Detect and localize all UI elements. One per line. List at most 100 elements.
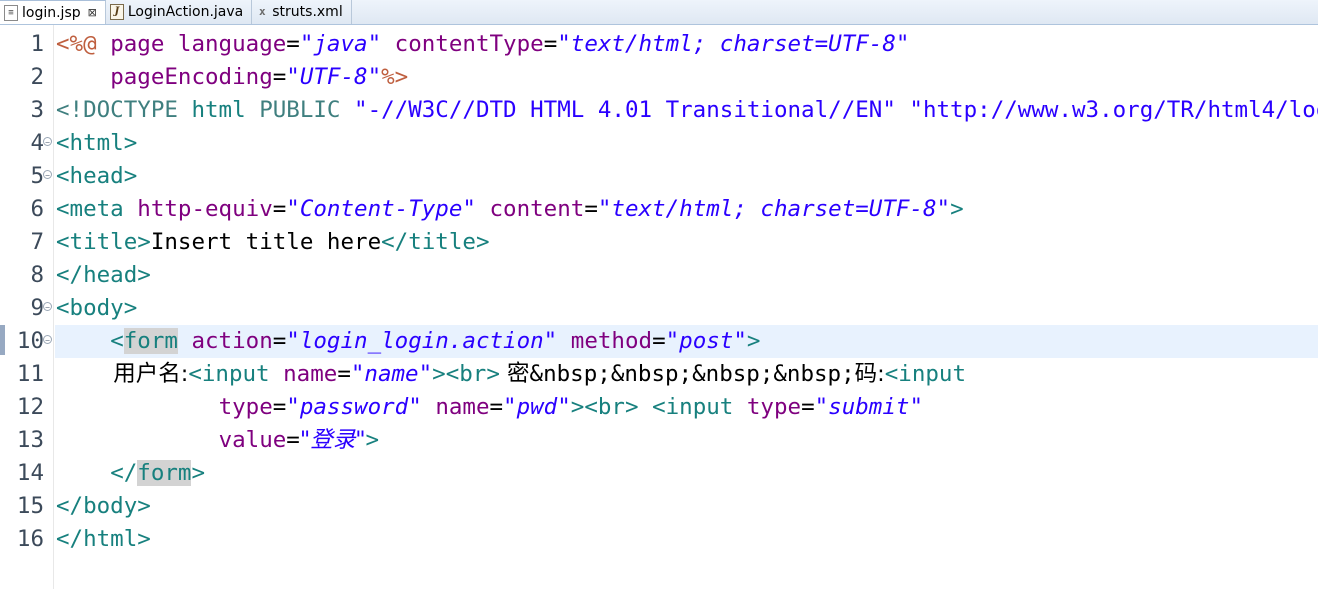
code-token: action — [191, 328, 273, 354]
code-token: </title> — [381, 229, 490, 255]
code-line[interactable]: 1 <%@ page language="java" contentType="t… — [0, 28, 1318, 61]
code-text: type="password" name="pwd"><br> <input t… — [56, 391, 923, 424]
jsp-file-icon: ≡ — [4, 4, 18, 21]
code-line[interactable]: 14 </form> — [0, 457, 1318, 490]
code-token: &nbsp;&nbsp;&nbsp;&nbsp; — [529, 361, 855, 387]
code-token: 码: — [854, 361, 885, 387]
code-token: contentType — [394, 31, 544, 57]
code-line[interactable]: 6 <meta http-equiv="Content-Type" content… — [0, 193, 1318, 226]
code-line[interactable]: 10− <form action="login_login.action" me… — [0, 325, 1318, 358]
code-text: <head> — [56, 160, 137, 193]
code-line[interactable]: 7 <title>Insert title here</title> — [0, 226, 1318, 259]
code-text: <form action="login_login.action" method… — [56, 325, 760, 358]
line-number: 13 — [16, 427, 44, 453]
code-line[interactable]: 15 </body> — [0, 490, 1318, 523]
code-token: PUBLIC — [259, 97, 355, 123]
code-token: = — [272, 328, 287, 354]
code-token: content — [489, 196, 585, 222]
code-line[interactable]: 13 value="登录"> — [0, 424, 1318, 457]
code-line[interactable]: 16 </html> — [0, 523, 1318, 556]
code-token: "pwd" — [503, 394, 571, 420]
code-text: </form> — [56, 457, 205, 490]
code-token: = — [272, 394, 287, 420]
code-token: "password" — [286, 394, 422, 420]
code-token: page — [110, 31, 178, 57]
tab-label: struts.xml — [272, 4, 343, 20]
line-number: 9 — [30, 295, 44, 321]
tab-loginaction-java[interactable]: J LoginAction.java — [106, 0, 253, 24]
code-token: 用户名: — [56, 361, 189, 387]
code-text: <!DOCTYPE html PUBLIC "-//W3C//DTD HTML … — [56, 94, 1318, 127]
code-line[interactable]: 4− <html> — [0, 127, 1318, 160]
code-token: 密 — [499, 361, 530, 387]
code-token: "登录" — [299, 427, 366, 453]
code-token: </body> — [56, 493, 151, 519]
fold-toggle-icon[interactable]: − — [43, 335, 52, 345]
fold-toggle-icon[interactable]: − — [43, 137, 52, 147]
code-token: < — [110, 328, 124, 354]
code-text: pageEncoding="UTF-8"%> — [56, 61, 408, 94]
code-token: <%@ — [56, 31, 111, 57]
code-text: <%@ page language="java" contentType="te… — [56, 28, 909, 61]
code-token: = — [801, 394, 815, 420]
line-number: 10 — [16, 328, 44, 354]
code-token: </head> — [56, 262, 151, 288]
code-token: <!DOCTYPE — [56, 97, 192, 123]
code-token: = — [543, 31, 558, 57]
java-file-icon: J — [109, 4, 124, 20]
code-token: name — [435, 394, 490, 420]
code-line[interactable]: 11 用户名:<input name="name"><br> 密&nbsp;&n… — [0, 358, 1318, 391]
code-line[interactable]: 2 pageEncoding="UTF-8"%> — [0, 61, 1318, 94]
code-editor[interactable]: 1 <%@ page language="java" contentType="t… — [0, 25, 1318, 589]
code-token: html — [191, 97, 260, 123]
code-text: <body> — [56, 292, 137, 325]
code-text: 用户名:<input name="name"><br> 密&nbsp;&nbsp… — [56, 358, 966, 391]
fold-toggle-icon[interactable]: − — [43, 302, 52, 312]
code-text: </html> — [56, 523, 151, 556]
code-token: language — [177, 31, 287, 57]
line-number: 2 — [30, 64, 44, 90]
code-token: "post" — [665, 328, 747, 354]
code-text: </body> — [56, 490, 151, 523]
code-line[interactable]: 8 </head> — [0, 259, 1318, 292]
code-token: value — [218, 427, 287, 453]
code-line[interactable]: 12 type="password" name="pwd"><br> <inpu… — [0, 391, 1318, 424]
code-line[interactable]: 3 <!DOCTYPE html PUBLIC "-//W3C//DTD HTML… — [0, 94, 1318, 127]
line-number: 15 — [16, 493, 44, 519]
code-token: "submit" — [814, 394, 923, 420]
code-token: ><br> — [432, 361, 500, 387]
code-line[interactable]: 9− <body> — [0, 292, 1318, 325]
code-token: Insert title here — [150, 229, 382, 255]
tab-struts-xml[interactable]: x struts.xml — [252, 0, 352, 24]
code-token: = — [272, 196, 287, 222]
line-number: 6 — [30, 196, 44, 222]
code-token: = — [286, 31, 300, 57]
tab-login-jsp[interactable]: ≡ login.jsp ⊠ — [0, 0, 106, 24]
fold-toggle-icon[interactable]: − — [43, 170, 52, 180]
code-token: <html> — [56, 130, 138, 156]
line-number: 12 — [16, 394, 44, 420]
code-token: <input — [884, 361, 967, 387]
code-token: = — [489, 394, 504, 420]
code-text: <html> — [56, 127, 137, 160]
xml-file-icon: x — [258, 5, 266, 18]
editor-tab-bar: ≡ login.jsp ⊠ J LoginAction.java x strut… — [0, 0, 1318, 25]
code-token: "Content-Type" — [286, 196, 476, 222]
code-token: <input — [188, 361, 284, 387]
code-token: = — [584, 196, 598, 222]
line-number: 8 — [30, 262, 44, 288]
code-token: </html> — [56, 526, 151, 552]
code-text: value="登录"> — [56, 424, 380, 457]
code-token: "-//W3C//DTD HTML 4.01 Transitional//EN"… — [354, 97, 1318, 123]
code-line[interactable]: 5− <head> — [0, 160, 1318, 193]
code-token: <input — [652, 394, 747, 420]
close-icon[interactable]: ⊠ — [88, 6, 97, 19]
code-token: > — [746, 328, 761, 354]
